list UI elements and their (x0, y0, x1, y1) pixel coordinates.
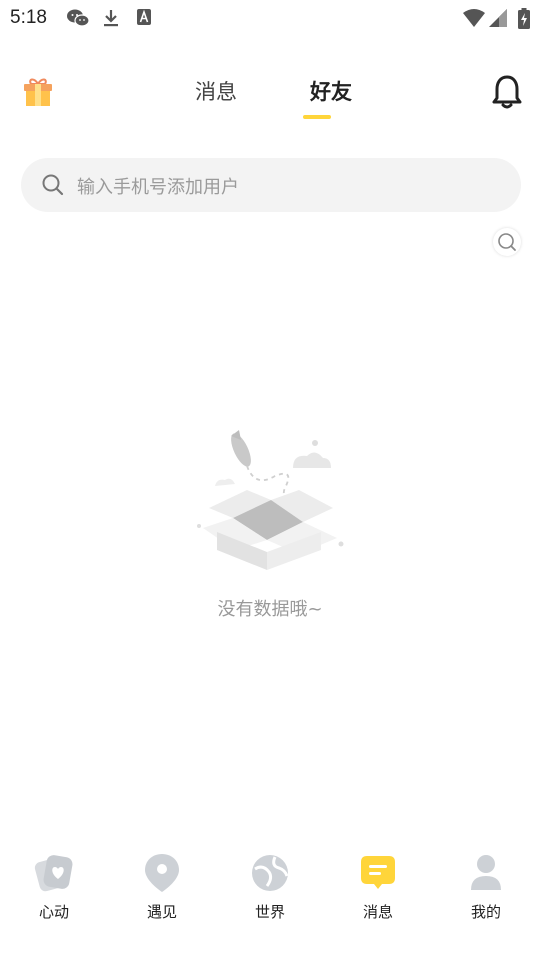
nav-label: 遇见 (146, 903, 177, 921)
nav-label: 消息 (362, 903, 393, 921)
active-tab-indicator (303, 115, 331, 119)
nav-item-world[interactable]: 世界 (216, 840, 324, 930)
empty-box-illustration (197, 430, 344, 570)
heart-card-icon (34, 855, 73, 892)
top-header: 消息 好友 (0, 60, 540, 130)
bell-icon[interactable] (490, 74, 524, 110)
nav-item-meet[interactable]: 遇见 (108, 840, 216, 930)
status-bar: 5:18 (0, 0, 540, 36)
person-icon (471, 855, 501, 890)
status-time: 5:18 (10, 7, 47, 28)
empty-state-text: 没有数据哦~ (217, 599, 323, 620)
nav-label: 世界 (254, 903, 285, 921)
signal-icon (489, 9, 507, 27)
nav-label: 我的 (470, 903, 501, 921)
search-input[interactable]: 输入手机号添加用户 (21, 158, 521, 212)
nav-item-heartbeat[interactable]: 心动 (0, 840, 108, 930)
nav-label: 心动 (38, 903, 69, 921)
location-pin-icon (145, 854, 179, 892)
floating-search-button[interactable] (493, 228, 521, 256)
message-bubble-icon (361, 856, 395, 889)
wifi-icon (463, 9, 485, 27)
search-icon (498, 233, 516, 251)
tab-friends[interactable]: 好友 (310, 76, 352, 106)
nav-item-messages[interactable]: 消息 (324, 840, 432, 930)
wechat-icon (67, 9, 90, 27)
gift-icon[interactable] (22, 76, 54, 108)
bottom-nav: 心动 遇见 世界 消息 我的 (0, 840, 540, 940)
nav-item-me[interactable]: 我的 (432, 840, 540, 930)
tab-messages[interactable]: 消息 (195, 76, 237, 106)
globe-icon (252, 855, 289, 891)
a-badge-icon (137, 9, 151, 25)
battery-icon (518, 8, 530, 29)
download-icon (104, 10, 118, 27)
search-placeholder: 输入手机号添加用户 (77, 177, 239, 198)
search-icon (42, 174, 64, 196)
